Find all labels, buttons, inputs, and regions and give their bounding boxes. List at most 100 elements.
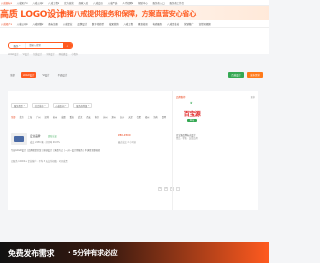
listing-description-secondary: 已服务 12000+ 企业客户 · 平均 3 天交付初稿 · 可开发票 xyxy=(11,160,68,163)
top-nav-item[interactable]: 八戒公司▾ xyxy=(33,1,44,5)
region-item[interactable]: 西安 xyxy=(86,115,90,119)
chevron-down-icon: ▾ xyxy=(44,104,46,107)
brand-ad-en: bby xyxy=(186,118,198,122)
chevron-down-icon: ▾ xyxy=(65,104,67,107)
filter-dropdown[interactable]: 价格区间 ▾ xyxy=(52,103,70,108)
hot-keyword[interactable]: 字体设计 xyxy=(46,52,55,56)
region-item[interactable]: 长沙 xyxy=(120,115,124,119)
tab-logo[interactable]: LOGO设计 xyxy=(20,72,37,78)
category-item[interactable]: 教育培训 xyxy=(138,22,148,26)
top-nav-item[interactable]: 服务商入口 xyxy=(153,1,165,5)
page-button[interactable]: 2 xyxy=(164,187,168,191)
category-item[interactable]: 八戒企业 xyxy=(63,22,73,26)
region-item[interactable]: 福州 xyxy=(145,115,149,119)
chevron-down-icon: ▾ xyxy=(23,104,25,107)
brand-ad-name: 百宝源 xyxy=(183,110,201,118)
region-item[interactable]: 杭州 xyxy=(53,115,57,119)
search-icon: ⌕ xyxy=(66,43,69,48)
filter-dropdown[interactable]: 服务商等级 ▾ xyxy=(73,103,93,108)
search-button[interactable]: ⌕ xyxy=(63,43,72,48)
tab-all[interactable]: 全部 xyxy=(8,72,17,78)
region-item[interactable]: 全部 xyxy=(11,115,15,119)
category-item[interactable]: 八戒公司▾ xyxy=(17,22,28,26)
hot-keyword[interactable]: LOGO设计 xyxy=(8,52,19,56)
recommend-sidebar: 品牌推荐 更多 ❦ 百宝源 bby 百宝源品牌标志设计 食品 · 零售 · 连锁… xyxy=(172,91,258,210)
category-item[interactable]: 八戒工程 xyxy=(124,22,134,26)
brand-ad-logo[interactable]: ❦ 百宝源 bby xyxy=(176,101,208,131)
search-bar: 服务 ▾ ⌕ xyxy=(8,42,73,49)
region-item[interactable]: 南京 xyxy=(95,115,99,119)
category-item[interactable]: 八戒企业站 xyxy=(167,22,179,26)
filter-label: 服务商等级 xyxy=(76,104,88,108)
caption-line: 食品 · 零售 · 连锁品牌 xyxy=(176,137,198,140)
top-nav-item[interactable]: 八戒工程▾ xyxy=(48,1,59,5)
cta-banner[interactable]: 免费发布需求 · 5分钟有求必应 xyxy=(0,242,269,263)
region-item[interactable]: 昆明 xyxy=(162,115,166,119)
hot-keyword[interactable]: 小程序 xyxy=(71,52,78,56)
hot-keyword[interactable]: VI设计 xyxy=(23,52,30,56)
category-item[interactable]: 八戒财税▾ xyxy=(33,22,44,26)
category-item[interactable]: 宣传短视频 xyxy=(199,22,211,26)
top-nav-item[interactable]: 八戒会员 xyxy=(93,1,103,5)
region-filter: 全部 北京 上海 广州 深圳 杭州 成都 重庆 武汉 西安 南京 苏州 郑州 长… xyxy=(11,115,166,119)
listing-thumbnail xyxy=(11,133,27,145)
top-nav-item[interactable]: 八戒知产▾ xyxy=(17,1,28,5)
region-item[interactable]: 上海 xyxy=(28,115,32,119)
filter-dropdown[interactable]: 服务类型 ▾ xyxy=(11,103,28,108)
region-item[interactable]: 济南 xyxy=(153,115,157,119)
region-item[interactable]: 武汉 xyxy=(78,115,82,119)
region-item[interactable]: 天津 xyxy=(128,115,132,119)
region-item[interactable]: 成都 xyxy=(61,115,65,119)
filter-label: 价格区间 xyxy=(55,104,65,108)
filter-label: 服务类型 xyxy=(14,104,23,108)
listing-description: 专业LOGO设计 | 品牌视觉全案 | 原创设计 | 满意为止 | 一对一设计师… xyxy=(11,149,101,152)
leaf-icon: ❦ xyxy=(190,101,193,105)
region-item[interactable]: 郑州 xyxy=(112,115,116,119)
hot-keywords: LOGO设计 VI设计 包装设计 字体设计 网站建设 小程序 xyxy=(8,52,78,56)
category-item[interactable]: 效果营销 xyxy=(109,22,119,26)
filter-row: 服务类型 ▾ 综合排序 ▾ 价格区间 ▾ 服务商等级 ▾ xyxy=(11,103,93,108)
sidebar-more-link[interactable]: 更多 xyxy=(251,95,255,99)
top-nav-item[interactable]: 服务商工作台 xyxy=(170,1,184,5)
banner-slogan: 由猪八戒提供服务和保障，方案直营安心省心 xyxy=(60,10,196,18)
hot-keyword[interactable]: 包装设计 xyxy=(33,52,42,56)
region-item[interactable]: 北京 xyxy=(19,115,23,119)
search-type-select[interactable]: 服务 ▾ xyxy=(9,43,26,48)
category-nav: 八戒知产▾ 八戒公司▾ 八戒财税▾ 商标注册 八戒企业 品牌设计 数字化转型 效… xyxy=(0,20,269,28)
search-input[interactable] xyxy=(26,43,63,48)
search-type-label: 服务 xyxy=(13,44,19,48)
category-item[interactable]: 商标注册 xyxy=(48,22,58,26)
top-nav-item[interactable]: 商家入驻 xyxy=(79,1,89,5)
region-item[interactable]: 深圳 xyxy=(45,115,49,119)
category-item[interactable]: 品牌设计 xyxy=(77,22,87,26)
hot-keyword[interactable]: 网站建设 xyxy=(59,52,68,56)
category-item[interactable]: 营销推广 xyxy=(184,22,194,26)
chevron-down-icon: ▾ xyxy=(88,104,90,107)
top-nav-item[interactable]: 官方直营 xyxy=(64,1,74,5)
verified-badge: 实名认证 xyxy=(48,135,57,138)
tab-graphic[interactable]: 平面设计 xyxy=(56,72,70,78)
cta-main-text: 免费发布需求 xyxy=(8,249,55,258)
tab-vi[interactable]: VI设计 xyxy=(40,72,51,78)
region-item[interactable]: 重庆 xyxy=(70,115,74,119)
promo-banner[interactable]: 高质 LOGO设计 由猪八戒提供服务和保障，方案直营安心省心 xyxy=(0,6,269,20)
top-nav-item[interactable]: 人才招聘▾ xyxy=(122,1,133,5)
search-zone: 服务 ▾ ⌕ LOGO设计 VI设计 包装设计 字体设计 网站建设 小程序 xyxy=(0,28,269,56)
category-item[interactable]: 数字化转型 xyxy=(92,22,104,26)
post-demand-button[interactable]: 发布需求 xyxy=(247,72,263,78)
top-nav-item[interactable]: 帮助中心 xyxy=(138,1,148,5)
listing-status: 最近成交 2 小时前 xyxy=(118,141,137,144)
page-button[interactable]: 1 xyxy=(158,187,162,191)
listing-title[interactable]: 宏业品牌 xyxy=(30,134,40,138)
filter-label: 综合排序 xyxy=(34,104,44,108)
filter-dropdown[interactable]: 综合排序 ▾ xyxy=(31,103,49,108)
region-item[interactable]: 合肥 xyxy=(137,115,141,119)
region-item[interactable]: 广州 xyxy=(36,115,40,119)
top-nav-item[interactable]: 八戒严选 xyxy=(108,1,118,5)
city-design-button[interactable]: 百城设计 xyxy=(228,72,244,78)
category-item[interactable]: 八戒知产▾ xyxy=(1,22,12,26)
region-item[interactable]: 苏州 xyxy=(103,115,107,119)
cta-sub-text: · 5分钟有求必应 xyxy=(68,249,118,257)
category-item[interactable]: 电商服务 xyxy=(153,22,163,26)
top-nav-item[interactable]: 八戒商标▾ xyxy=(1,1,12,5)
